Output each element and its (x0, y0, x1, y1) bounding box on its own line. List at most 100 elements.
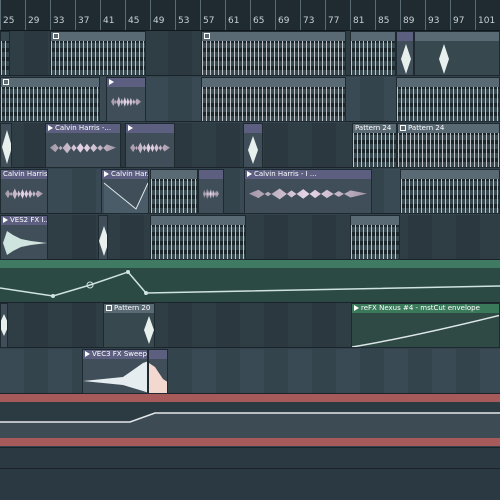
playlist-track[interactable]: VEC3 FX Sweep ... (0, 349, 500, 394)
automation-clip[interactable]: reFX Nexus #4 - mstCut envelope (351, 303, 500, 348)
automation-curve (352, 314, 499, 347)
automation-clip-header[interactable] (0, 260, 500, 268)
pattern-clip[interactable]: Pattern 24 (397, 123, 500, 168)
bar-number: 73 (303, 16, 315, 26)
waveform (1, 314, 7, 336)
pattern-icon (204, 33, 210, 39)
pattern-icon (400, 125, 406, 131)
waveform (50, 142, 116, 154)
waveform (439, 44, 449, 74)
audio-clip[interactable] (125, 123, 175, 168)
pattern-clip[interactable] (50, 31, 146, 76)
audio-clip[interactable]: Calvin Harris - I ... (244, 169, 372, 214)
clip-title-bar (126, 124, 174, 133)
audio-clip[interactable] (198, 169, 224, 214)
bar-number: 61 (228, 16, 240, 26)
audio-clip[interactable]: Calvin Harris -... (0, 169, 48, 214)
ruler-tick: 37 (75, 0, 89, 30)
playlist-track[interactable]: Calvin Harris -... Calvin Har... Calvin … (0, 169, 500, 214)
bar-number: 85 (378, 16, 390, 26)
playlist-window: 25 29 33 37 41 45 49 53 57 61 65 69 73 7… (0, 0, 500, 500)
clip-title-bar (151, 216, 245, 225)
automation-clip-header[interactable] (0, 394, 500, 402)
clip-title-bar: reFX Nexus #4 - mstCut envelope (352, 304, 499, 313)
bar-number: 77 (328, 16, 340, 26)
bar-number: 81 (353, 16, 365, 26)
audio-clip[interactable]: VES2 FX I... (0, 215, 48, 260)
audio-clip[interactable]: Calvin Harris -... (45, 123, 121, 168)
clip-title-bar (202, 32, 345, 41)
playlist-track[interactable]: Pattern 20 reFX Nexus #4 - mstCut envelo… (0, 303, 500, 348)
clip-name: Pattern 20 (114, 304, 151, 312)
audio-clip[interactable] (0, 303, 8, 348)
pattern-clip[interactable] (150, 215, 246, 260)
volume-envelope (103, 182, 148, 213)
clip-title-bar (149, 350, 167, 359)
audio-clip[interactable]: Calvin Har... (101, 169, 149, 214)
pattern-clip[interactable]: Pattern 20 (103, 303, 155, 348)
ruler-tick: 61 (225, 0, 239, 30)
waveform (83, 361, 147, 393)
ruler-tick: 73 (300, 0, 314, 30)
pattern-clip[interactable] (396, 77, 500, 122)
note-pattern (398, 133, 499, 167)
clip-title-bar (401, 170, 499, 179)
ruler-tick: 93 (425, 0, 439, 30)
ruler-tick: 97 (450, 0, 464, 30)
clip-title-bar (107, 78, 145, 87)
pattern-clip[interactable] (350, 215, 400, 260)
clip-title-bar: Calvin Harris - I ... (245, 170, 371, 179)
playlist-track[interactable]: Calvin Harris -... Pattern 24 Pattern 24 (0, 123, 500, 168)
audio-clip[interactable] (0, 123, 12, 168)
automation-track[interactable] (0, 268, 500, 303)
audio-clip[interactable] (243, 123, 263, 168)
ruler-tick: 89 (400, 0, 414, 30)
note-pattern (151, 179, 197, 213)
bar-number: 93 (428, 16, 440, 26)
bar-number: 53 (178, 16, 190, 26)
automation-track[interactable] (0, 402, 500, 438)
automation-curve[interactable] (0, 402, 500, 438)
audio-clip[interactable]: VEC3 FX Sweep ... (82, 349, 148, 394)
clip-title-bar: Pattern 20 (104, 304, 154, 313)
ruler-tick: 69 (275, 0, 289, 30)
clip-title-bar: Pattern 24 (353, 124, 396, 133)
pattern-clip[interactable] (0, 77, 100, 122)
bar-number: 57 (203, 16, 215, 26)
note-pattern (151, 225, 245, 259)
clip-title-bar: Pattern 24 (398, 124, 499, 133)
pattern-clip[interactable] (414, 31, 500, 76)
pattern-clip[interactable] (0, 31, 10, 76)
timeline-ruler[interactable]: 25 29 33 37 41 45 49 53 57 61 65 69 73 7… (0, 0, 500, 31)
pattern-clip[interactable]: Pattern 24 (352, 123, 397, 168)
waveform (111, 96, 141, 108)
playlist-track[interactable] (0, 31, 500, 76)
pattern-clip[interactable] (201, 77, 346, 122)
note-pattern (1, 87, 99, 121)
playlist-track[interactable]: VES2 FX I... (0, 215, 500, 260)
audio-clip[interactable] (106, 77, 146, 122)
audio-clip[interactable] (396, 31, 414, 76)
ruler-tick: 65 (250, 0, 264, 30)
bar-number: 101 (478, 16, 496, 26)
automation-clip-footer (0, 438, 500, 446)
pattern-clip[interactable] (400, 169, 500, 214)
clip-name: Calvin Harris - I ... (254, 170, 317, 178)
track-divider (0, 468, 500, 469)
audio-clip[interactable] (98, 215, 108, 260)
note-pattern (397, 87, 499, 121)
playlist-track[interactable] (0, 77, 500, 122)
pattern-clip[interactable] (150, 169, 198, 214)
pattern-clip[interactable] (201, 31, 346, 76)
clip-title-bar: VEC3 FX Sweep ... (83, 350, 147, 359)
bar-number: 25 (3, 16, 15, 26)
waveform (2, 130, 11, 164)
ruler-tick: 77 (325, 0, 339, 30)
audio-clip[interactable] (148, 349, 168, 394)
ruler-tick: 33 (50, 0, 64, 30)
clip-title-bar (351, 216, 399, 225)
playlist-track[interactable] (0, 447, 500, 500)
automation-curve[interactable] (0, 268, 500, 303)
pattern-clip[interactable] (350, 31, 396, 76)
clip-title-bar (51, 32, 145, 41)
